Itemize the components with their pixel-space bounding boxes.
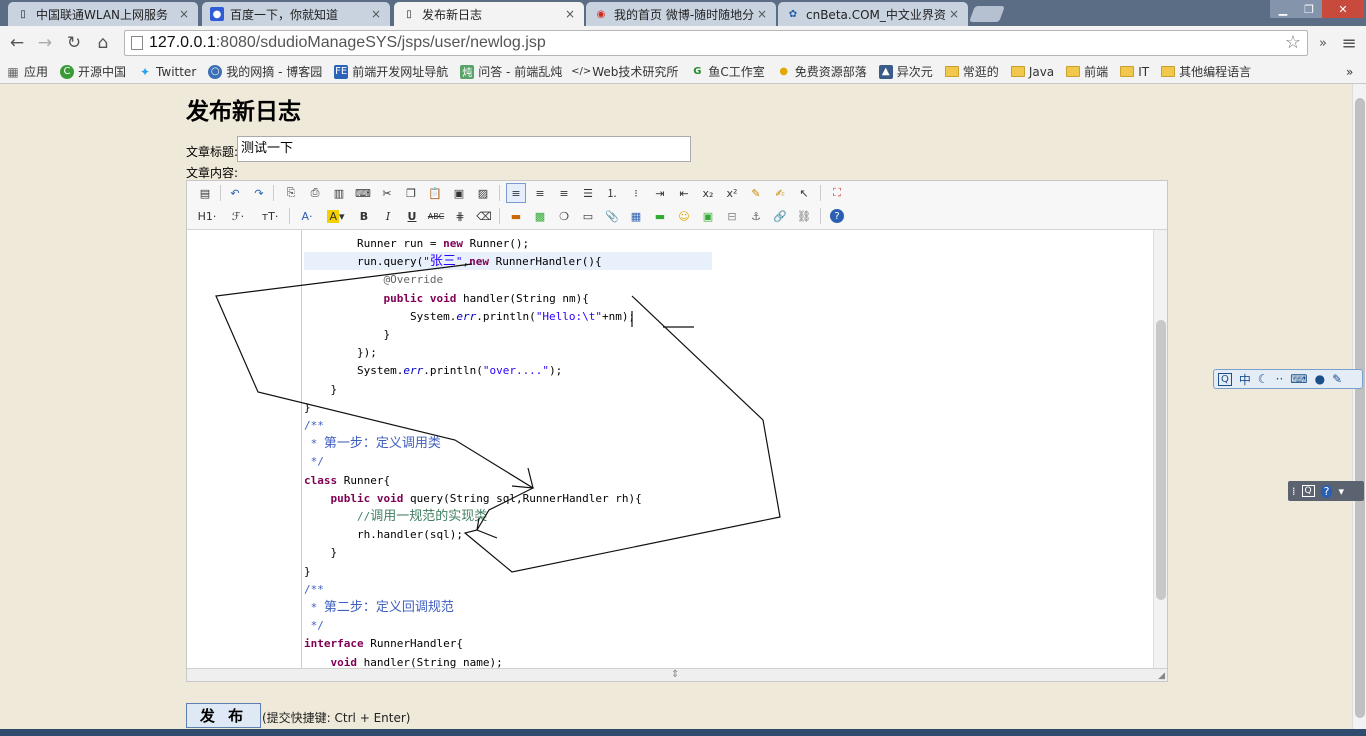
publish-button[interactable]: 发 布 [186,703,261,728]
chevron-down-icon[interactable]: ▾ [1338,485,1344,498]
wrench-icon[interactable]: ✎ [1332,372,1342,386]
page-scrollbar[interactable] [1352,84,1366,736]
freehand-annotation [215,263,781,573]
keyboard-icon[interactable]: ⌨ [1290,372,1307,386]
ime-language-toggle[interactable]: 中 [1239,371,1251,388]
windows-taskbar [0,729,1366,736]
ime-toolbar: Q 中 ☾ ·· ⌨ ● ✎ [1213,369,1363,389]
shortcut-hint: (提交快捷键: Ctrl + Enter) [262,711,411,725]
annotation-stroke-left [215,263,781,573]
annotation-arrow-head-1 [511,467,534,489]
annotation-arrow-head-2 [476,517,498,539]
user-icon[interactable]: ● [1315,372,1325,386]
help-icon[interactable]: ? [1320,484,1333,498]
moon-icon[interactable]: ☾ [1258,372,1269,386]
ime-logo-icon[interactable]: Q [1301,485,1315,497]
punctuation-icon[interactable]: ·· [1276,372,1284,386]
page-scrollbar-thumb[interactable] [1355,98,1365,718]
ime-mini-toolbar: ⁞ Q ? ▾ [1288,481,1364,501]
grip-icon[interactable]: ⁞ [1292,485,1296,498]
ime-logo-icon[interactable]: Q [1218,372,1232,386]
